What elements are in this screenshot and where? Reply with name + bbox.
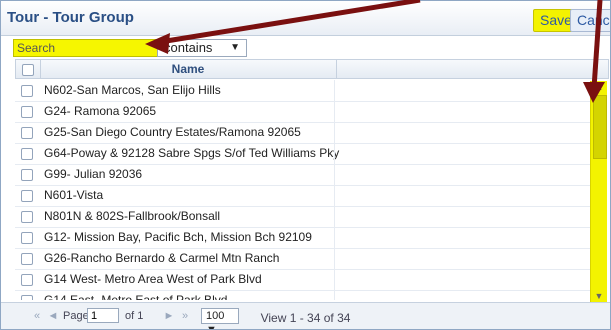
- row-checkbox[interactable]: [21, 253, 33, 265]
- row-checkbox[interactable]: [21, 232, 33, 244]
- grid-body: N602-San Marcos, San Elijo Hills G24- Ra…: [15, 80, 590, 300]
- column-divider: [334, 269, 335, 290]
- row-name: G12- Mission Bay, Pacific Bch, Mission B…: [44, 230, 312, 244]
- tour-group-dialog: Tour - Tour Group Save Cancel contains ▼…: [0, 0, 611, 330]
- filter-bar: contains ▼: [1, 37, 610, 59]
- table-row[interactable]: G14 East- Metro East of Park Blvd: [15, 290, 590, 300]
- table-row[interactable]: G64-Poway & 92128 Sabre Spgs S/of Ted Wi…: [15, 143, 590, 165]
- table-row[interactable]: N602-San Marcos, San Elijo Hills: [15, 80, 590, 102]
- column-divider: [334, 206, 335, 227]
- row-name: N602-San Marcos, San Elijo Hills: [44, 83, 221, 97]
- row-name: G99- Julian 92036: [44, 167, 143, 181]
- pager-bar: « ◄ Page of 1 ► » 100 ▼ View 1 - 34 of 3…: [1, 302, 610, 329]
- column-divider: [334, 290, 335, 300]
- row-checkbox[interactable]: [21, 274, 33, 286]
- scroll-thumb[interactable]: [593, 95, 607, 159]
- select-all-checkbox[interactable]: [22, 64, 34, 76]
- table-row[interactable]: G14 West- Metro Area West of Park Blvd: [15, 269, 590, 291]
- scroll-up-icon[interactable]: ▲: [591, 81, 607, 93]
- row-checkbox[interactable]: [21, 295, 33, 300]
- row-name: G24- Ramona 92065: [44, 104, 157, 118]
- row-name: G64-Poway & 92128 Sabre Spgs S/of Ted Wi…: [44, 146, 340, 160]
- row-name: G26-Rancho Bernardo & Carmel Mtn Ranch: [44, 251, 280, 265]
- chevron-down-icon: ▼: [230, 42, 240, 53]
- vertical-scrollbar[interactable]: ▲ ▼: [590, 81, 607, 302]
- table-row[interactable]: G25-San Diego Country Estates/Ramona 920…: [15, 122, 590, 144]
- title-bar: Tour - Tour Group Save Cancel: [1, 1, 610, 36]
- row-name: N601-Vista: [44, 188, 104, 202]
- column-divider: [334, 80, 335, 101]
- row-checkbox[interactable]: [21, 211, 33, 223]
- operator-select[interactable]: contains ▼: [157, 39, 247, 57]
- column-divider: [334, 227, 335, 248]
- dialog-title: Tour - Tour Group: [7, 9, 134, 26]
- select-all-cell: [16, 60, 41, 78]
- row-name: N801N & 802S-Fallbrook/Bonsall: [44, 209, 221, 223]
- scroll-down-icon[interactable]: ▼: [591, 290, 607, 302]
- operator-selected-value: contains: [164, 40, 213, 55]
- table-row[interactable]: G26-Rancho Bernardo & Carmel Mtn Ranch: [15, 248, 590, 270]
- table-row[interactable]: G99- Julian 92036: [15, 164, 590, 186]
- column-divider: [334, 248, 335, 269]
- column-divider: [334, 185, 335, 206]
- search-input[interactable]: [13, 39, 161, 57]
- column-divider: [334, 122, 335, 143]
- record-count-status: View 1 - 34 of 34: [260, 311, 351, 325]
- column-divider: [334, 101, 335, 122]
- row-name: G14 East- Metro East of Park Blvd: [44, 293, 228, 300]
- column-header-name[interactable]: Name: [40, 60, 337, 78]
- column-divider: [334, 164, 335, 185]
- row-checkbox[interactable]: [21, 127, 33, 139]
- row-checkbox[interactable]: [21, 85, 33, 97]
- table-row[interactable]: N801N & 802S-Fallbrook/Bonsall: [15, 206, 590, 228]
- grid-header: Name: [15, 59, 609, 79]
- row-checkbox[interactable]: [21, 106, 33, 118]
- cancel-button[interactable]: Cancel: [570, 9, 610, 32]
- row-checkbox[interactable]: [21, 190, 33, 202]
- table-row[interactable]: G24- Ramona 92065: [15, 101, 590, 123]
- row-name: G14 West- Metro Area West of Park Blvd: [44, 272, 262, 286]
- table-row[interactable]: N601-Vista: [15, 185, 590, 207]
- table-row[interactable]: G12- Mission Bay, Pacific Bch, Mission B…: [15, 227, 590, 249]
- row-name: G25-San Diego Country Estates/Ramona 920…: [44, 125, 301, 139]
- row-checkbox[interactable]: [21, 148, 33, 160]
- column-divider: [334, 143, 335, 164]
- row-checkbox[interactable]: [21, 169, 33, 181]
